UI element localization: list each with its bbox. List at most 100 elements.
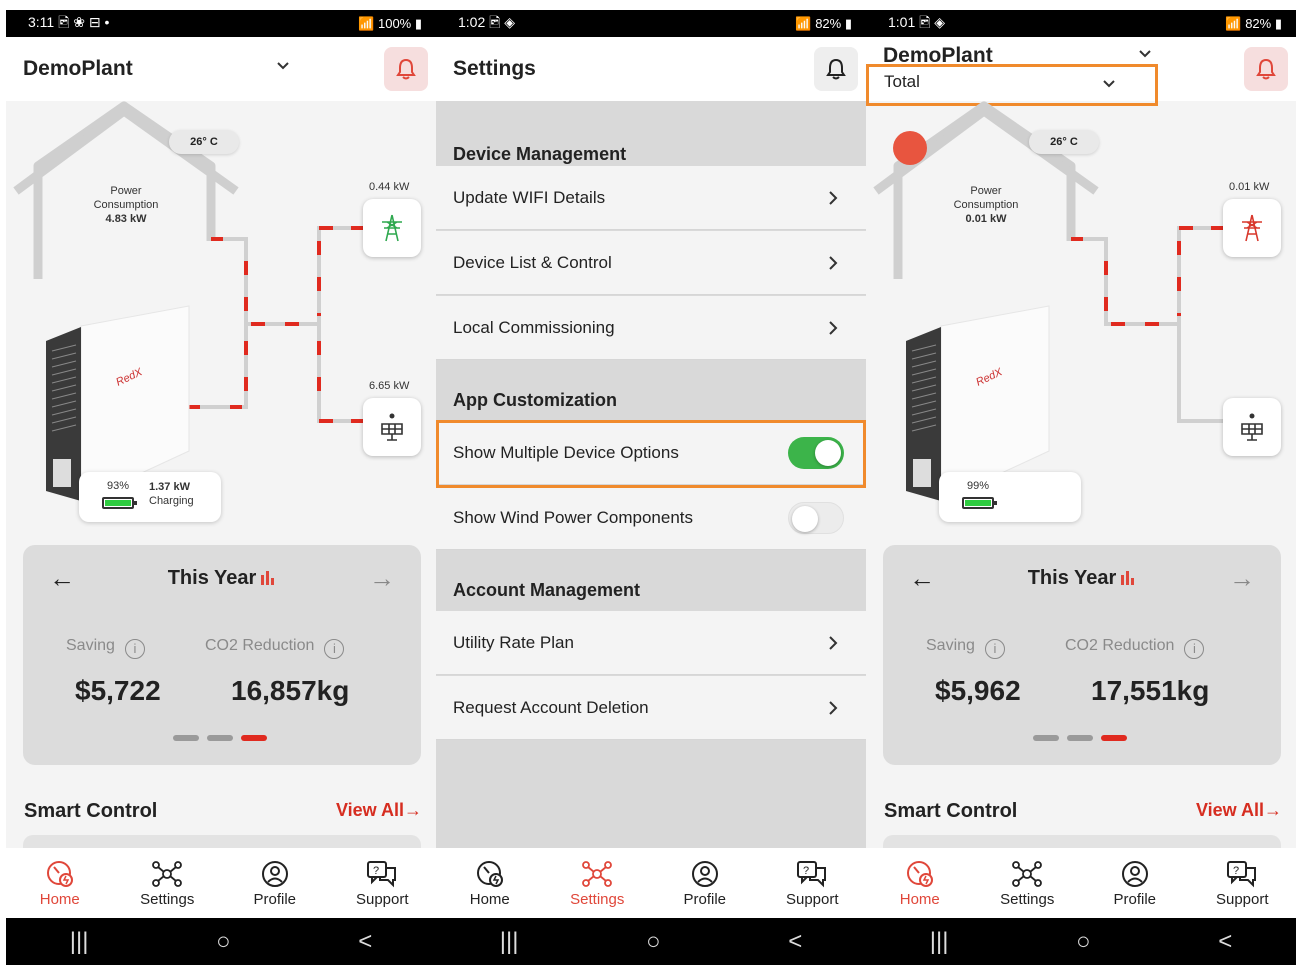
system-nav-bar: ||| ○ < [6, 918, 436, 965]
battery-level: 82% [815, 15, 842, 31]
tab-support[interactable]: ? Support [767, 859, 857, 908]
battery-icon [962, 497, 997, 509]
recent-apps-button[interactable]: ||| [500, 928, 519, 956]
tab-settings[interactable]: Settings [122, 859, 212, 908]
recent-apps-button[interactable]: ||| [70, 928, 89, 956]
solar-node[interactable] [363, 398, 421, 456]
tab-support-label: Support [1215, 890, 1269, 908]
highlight-box [436, 420, 866, 488]
row-request-account-deletion[interactable]: Request Account Deletion [436, 676, 866, 740]
row-device-list-control[interactable]: Device List & Control [436, 231, 866, 295]
user-circle-icon [691, 860, 718, 887]
page-dot-active[interactable] [1101, 735, 1127, 741]
row-show-wind-power[interactable]: Show Wind Power Components [436, 486, 866, 550]
chevron-right-icon [829, 636, 838, 650]
notification-button[interactable] [384, 47, 428, 91]
status-icons: 🖻 ◈ [919, 13, 946, 30]
gauge-icon [476, 860, 503, 887]
svg-text:?: ? [803, 865, 809, 877]
battery-status-card[interactable]: 93% 1.37 kW Charging [79, 472, 221, 522]
back-button[interactable]: < [1218, 928, 1232, 956]
plant-title[interactable]: DemoPlant [23, 57, 133, 81]
co2-value: 16,857kg [231, 675, 350, 706]
back-button[interactable]: < [788, 928, 802, 956]
view-all-link[interactable]: View All→ [1196, 800, 1282, 821]
user-circle-icon [261, 860, 288, 887]
tab-support[interactable]: ? Support [1197, 859, 1287, 908]
transmission-tower-icon [382, 214, 402, 242]
saving-label: Saving [66, 637, 115, 654]
next-arrow-icon[interactable]: → [1229, 563, 1255, 594]
recent-apps-button[interactable]: ||| [930, 928, 949, 956]
power-consumption: Power Consumption 0.01 kW [936, 184, 1036, 226]
year-title-text: This Year [1027, 567, 1117, 589]
status-bar: 3:11 🖻 ❀ ⊟ • 📶 100% ▮ [6, 10, 436, 37]
user-circle-icon [1121, 860, 1148, 887]
year-title-text: This Year [167, 567, 257, 589]
temperature-badge: 26° C [1029, 130, 1099, 154]
home-nav-button[interactable]: ○ [1076, 928, 1091, 956]
row-label: Show Wind Power Components [453, 507, 694, 527]
app-bar: DemoPlant [6, 37, 436, 101]
tab-profile[interactable]: Profile [230, 859, 320, 908]
info-icon[interactable]: i [1184, 639, 1205, 659]
network-icon [582, 860, 613, 887]
page-dot[interactable] [207, 735, 233, 741]
tab-profile[interactable]: Profile [660, 859, 750, 908]
tab-settings[interactable]: Settings [552, 859, 642, 908]
section-app-customization: App Customization [436, 361, 866, 421]
home-nav-button[interactable]: ○ [216, 928, 231, 956]
battery-status-card[interactable]: 99% [939, 472, 1081, 522]
back-button[interactable]: < [358, 928, 372, 956]
solar-panel-icon [1241, 413, 1263, 441]
tab-profile[interactable]: Profile [1090, 859, 1180, 908]
tab-support-label: Support [355, 890, 409, 908]
page-dot[interactable] [1033, 735, 1059, 741]
bar-chart-icon[interactable] [260, 571, 276, 585]
chat-help-icon: ? [1227, 860, 1257, 887]
saving-label-wrap: Saving i [66, 637, 145, 659]
co2-label-wrap: CO2 Reduction i [1065, 637, 1205, 659]
tab-home[interactable]: Home [15, 859, 105, 908]
info-icon[interactable]: i [984, 639, 1005, 659]
notification-button[interactable] [814, 47, 858, 91]
page-dot[interactable] [173, 735, 199, 741]
tab-settings[interactable]: Settings [982, 859, 1072, 908]
tab-home[interactable]: Home [875, 859, 965, 908]
page-dot-active[interactable] [241, 735, 267, 741]
row-local-commissioning[interactable]: Local Commissioning [436, 296, 866, 360]
section-account-management: Account Management [436, 551, 866, 611]
consumption-label: Consumption [953, 199, 1019, 211]
battery-percent: 93% [107, 480, 130, 492]
chevron-down-icon[interactable] [276, 59, 290, 73]
bottom-tab-bar: Home Settings Profile ? Support [866, 848, 1296, 918]
system-nav-bar: ||| ○ < [866, 918, 1296, 965]
grid-node[interactable] [363, 199, 421, 257]
chevron-down-icon[interactable] [1138, 47, 1152, 61]
next-arrow-icon[interactable]: → [369, 563, 395, 594]
grid-node[interactable] [1223, 199, 1281, 257]
solar-node[interactable] [1223, 398, 1281, 456]
temperature-badge: 26° C [169, 130, 239, 154]
notification-button[interactable] [1244, 47, 1288, 91]
co2-label-wrap: CO2 Reduction i [205, 637, 345, 659]
page-dot[interactable] [1067, 735, 1093, 741]
battery-info: 1.37 kW Charging [149, 480, 194, 508]
network-icon [152, 860, 183, 887]
chevron-right-icon [829, 321, 838, 335]
info-icon[interactable]: i [124, 639, 145, 659]
row-update-wifi[interactable]: Update WIFI Details [436, 166, 866, 230]
tab-home-label: Home [899, 890, 940, 908]
bar-chart-icon[interactable] [1120, 571, 1136, 585]
tab-home[interactable]: Home [445, 859, 535, 908]
row-label: Update WIFI Details [453, 187, 606, 207]
smart-control-heading: Smart Control [24, 800, 158, 822]
tab-home-label: Home [469, 890, 510, 908]
home-nav-button[interactable]: ○ [646, 928, 661, 956]
tab-support[interactable]: ? Support [337, 859, 427, 908]
view-all-link[interactable]: View All→ [336, 800, 422, 821]
info-icon[interactable]: i [324, 639, 345, 659]
row-utility-rate-plan[interactable]: Utility Rate Plan [436, 611, 866, 675]
tab-profile-label: Profile [1113, 890, 1157, 908]
wind-power-toggle[interactable] [788, 502, 844, 534]
